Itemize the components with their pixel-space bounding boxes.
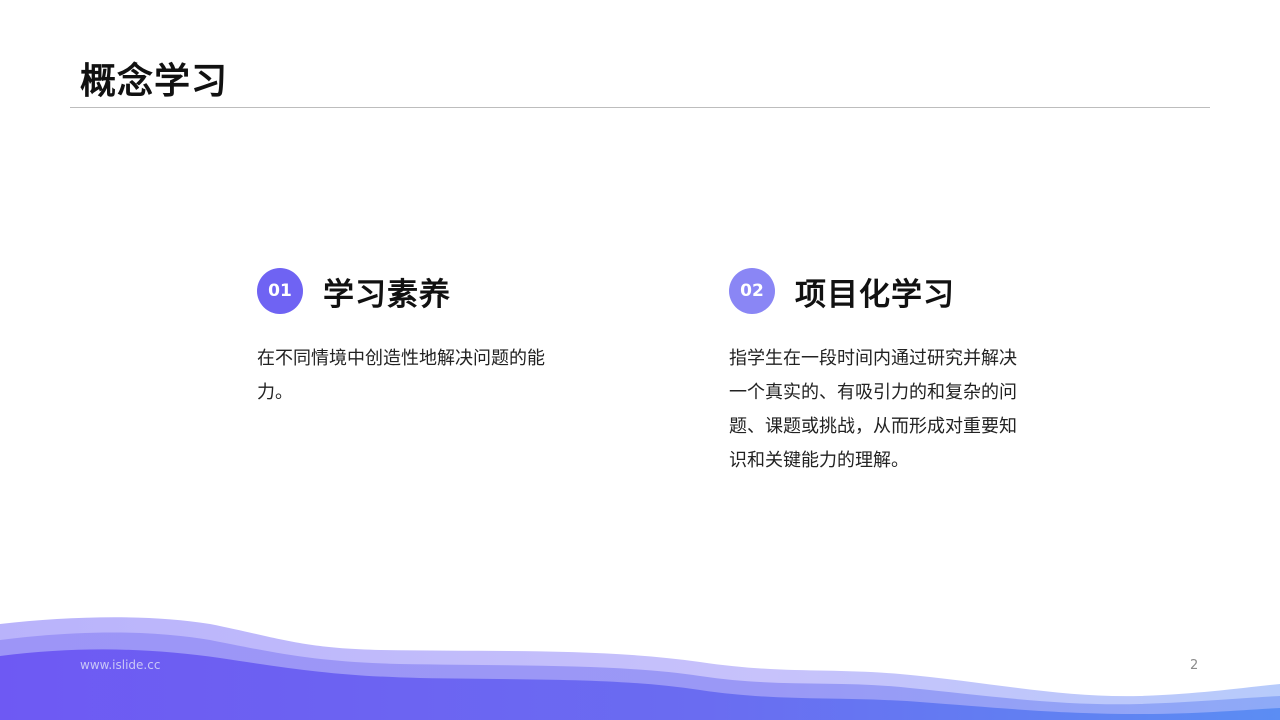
concept-item-1: 01 学习素养 在不同情境中创造性地解决问题的能力。 [257,266,557,410]
number-badge: 02 [729,268,775,314]
page-title: 概念学习 [80,61,229,102]
concept-item-2-header: 02 项目化学习 [729,266,1029,316]
concept-item-1-title: 学习素养 [323,276,451,313]
concept-item-1-description: 在不同情境中创造性地解决问题的能力。 [257,348,545,403]
concept-item-2-title: 项目化学习 [795,276,955,313]
slide: 概念学习 01 学习素养 在不同情境中创造性地解决问题的能力。 02 项目化学习… [0,0,1280,720]
decorative-wave [0,617,1280,720]
concept-item-2: 02 项目化学习 指学生在一段时间内通过研究并解决一个真实的、有吸引力的和复杂的… [729,266,1029,478]
page-number: 2 [1190,658,1199,673]
concept-item-2-description: 指学生在一段时间内通过研究并解决一个真实的、有吸引力的和复杂的问题、课题或挑战，… [729,348,1017,471]
concept-item-1-header: 01 学习素养 [257,266,557,316]
title-divider [70,107,1210,108]
number-badge: 01 [257,268,303,314]
footer-url: www.islide.cc [80,658,161,672]
